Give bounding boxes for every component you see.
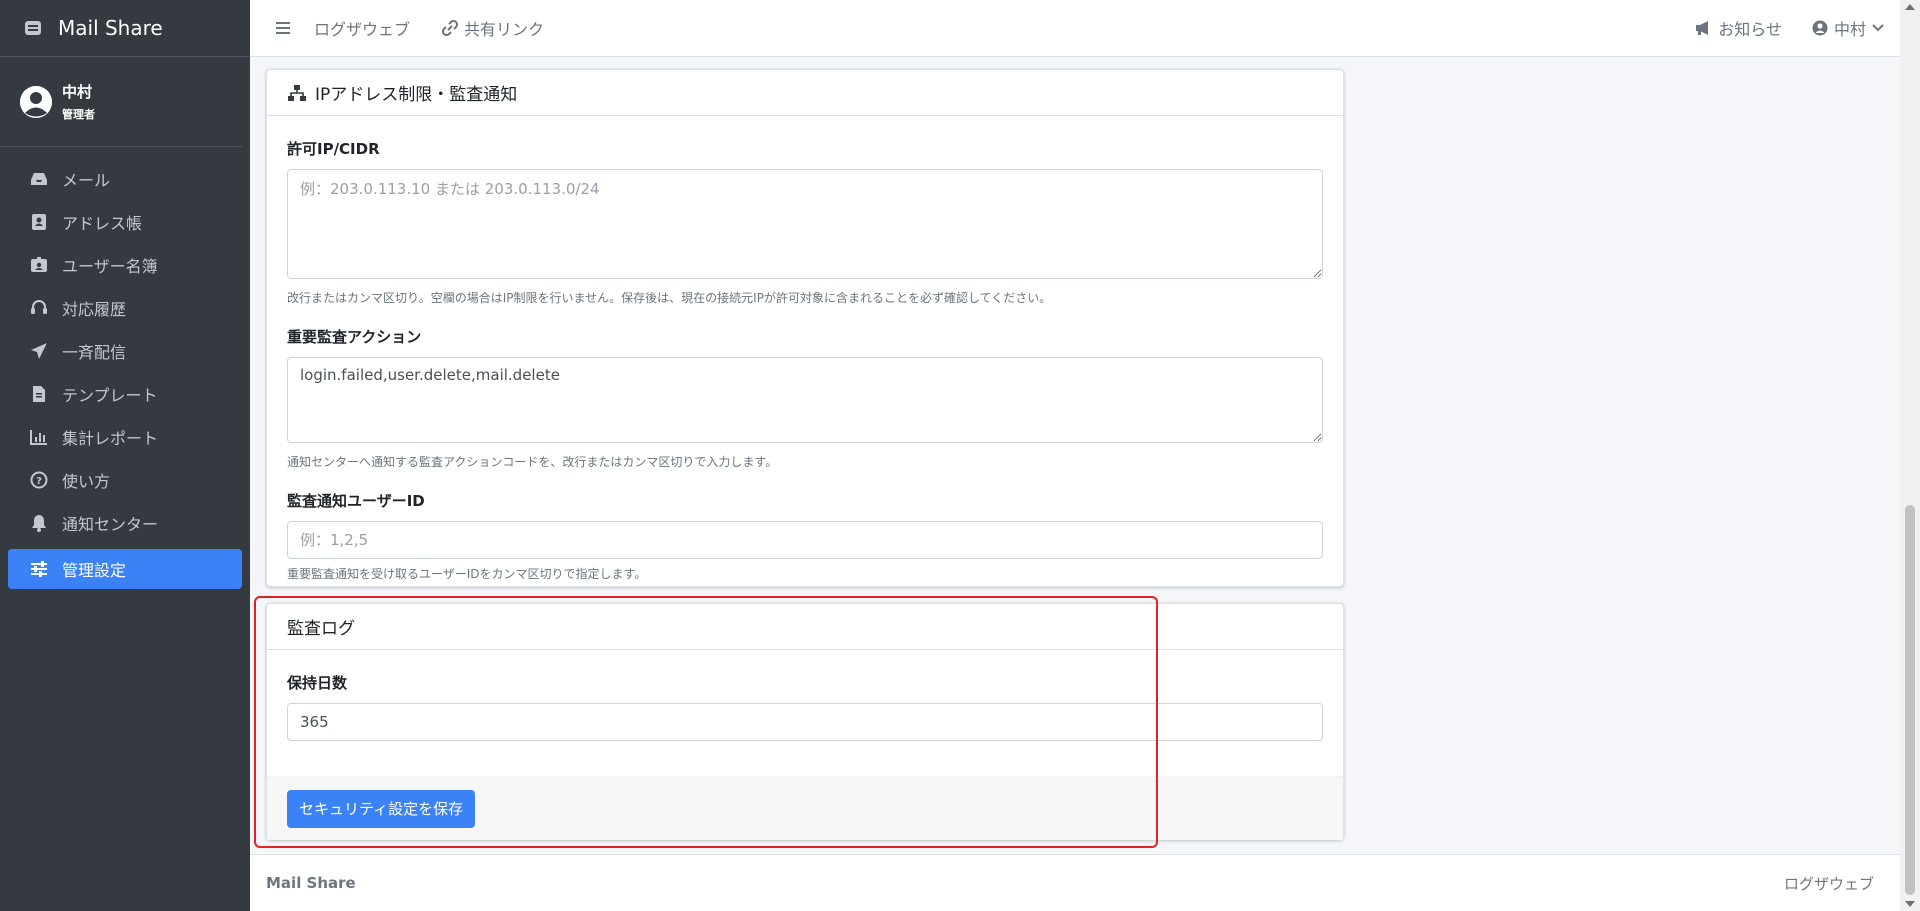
allowed-ip-help: 改行またはカンマ区切り。空欄の場合はIP制限を行いません。保存後は、現在の接続元… [287,291,1052,305]
sidebar-item-label: 集計レポート [62,429,159,448]
network-icon [287,84,307,102]
audit-card-footer: セキュリティ設定を保存 [267,776,1343,840]
brand-link[interactable]: Mail Share [0,0,250,57]
save-security-settings-button[interactable]: セキュリティ設定を保存 [287,789,476,828]
sidebar-item-label: 通知センター [62,515,159,534]
sidebar-item-howto[interactable]: ? 使い方 [8,460,242,500]
footer-right-text: ログザウェブ [1783,874,1874,893]
notice-link[interactable]: お知らせ [1694,16,1782,40]
sliders-icon [28,558,50,580]
sidebar-item-label: アドレス帳 [62,214,143,233]
sidebar-item-admin-settings[interactable]: 管理設定 [8,549,242,589]
id-badge-icon [28,254,50,276]
sidebar-item-user-directory[interactable]: ユーザー名簿 [8,245,242,285]
sidebar-item-label: 管理設定 [62,561,127,580]
allowed-ip-textarea[interactable] [287,169,1323,279]
sidebar-item-label: 対応履歴 [62,300,127,319]
ip-card-title: IPアドレス制限・監査通知 [315,85,518,105]
allowed-ip-label: 許可IP/CIDR [287,140,380,158]
menu-toggle-icon[interactable] [272,21,296,35]
user-circle-icon [1812,20,1828,36]
retention-days-input[interactable] [287,703,1323,741]
sidebar-item-templates[interactable]: テンプレート [8,374,242,414]
chevron-down-icon [1872,24,1884,32]
bell-icon [28,512,50,534]
sidebar-item-history[interactable]: 対応履歴 [8,288,242,328]
retention-label: 保持日数 [287,674,348,692]
address-book-icon [28,211,50,233]
question-icon: ? [28,469,50,491]
ip-card-body: 許可IP/CIDR 改行またはカンマ区切り。空欄の場合はIP制限を行いません。保… [267,116,1343,582]
shared-link-label: 共有リンク [464,20,545,39]
main-content: IPアドレス制限・監査通知 許可IP/CIDR 改行またはカンマ区切り。空欄の場… [250,57,1920,854]
notice-label: お知らせ [1718,20,1782,39]
inbox-icon [28,168,50,190]
sidebar-item-reports[interactable]: 集計レポート [8,417,242,457]
sidebar: Mail Share 中村 管理者 メール アドレス帳 ユーザー名簿 対応履歴 [0,0,250,911]
sidebar-item-label: 一斉配信 [62,343,127,362]
page-scrollbar[interactable] [1900,0,1920,911]
user-avatar-icon [20,85,52,118]
sidebar-item-label: ユーザー名簿 [62,257,158,276]
user-panel[interactable]: 中村 管理者 [0,57,242,147]
link-icon [442,20,459,36]
scroll-down-icon[interactable] [1905,901,1915,907]
brand-name: Mail Share [58,16,163,40]
sidebar-item-mail[interactable]: メール [8,159,242,199]
svg-text:?: ? [36,476,42,487]
audit-actions-help: 通知センターへ通知する監査アクションコードを、改行またはカンマ区切りで入力します… [287,455,778,469]
ip-restriction-card: IPアドレス制限・監査通知 許可IP/CIDR 改行またはカンマ区切り。空欄の場… [266,69,1344,587]
user-name: 中村 [62,83,93,101]
sidebar-item-address-book[interactable]: アドレス帳 [8,202,242,242]
notify-users-help: 重要監査通知を受け取るユーザーIDをカンマ区切りで指定します。 [287,567,647,581]
notify-users-input[interactable] [287,521,1323,559]
chart-icon [28,426,50,448]
scrollbar-thumb[interactable] [1905,505,1915,895]
logviewer-link[interactable]: ログザウェブ [314,16,410,40]
user-menu[interactable]: 中村 [1812,16,1884,40]
page-footer: Mail Share ログザウェブ [250,854,1900,911]
sidebar-item-broadcast[interactable]: 一斉配信 [8,331,242,371]
shared-link[interactable]: 共有リンク [442,16,544,40]
mail-box-icon [22,17,44,39]
scroll-up-icon[interactable] [1905,4,1915,10]
sidebar-item-label: 使い方 [62,472,111,491]
audit-card-body: 保持日数 [267,650,1343,776]
navbar-right: お知らせ 中村 [1694,16,1884,40]
audit-card-header: 監査ログ [267,604,1343,650]
audit-actions-textarea[interactable]: login.failed,user.delete,mail.delete [287,357,1323,443]
notify-users-label: 監査通知ユーザーID [287,492,425,510]
ip-card-header: IPアドレス制限・監査通知 [267,70,1343,116]
paper-plane-icon [28,340,50,362]
audit-actions-label: 重要監査アクション [287,328,422,346]
top-navbar: ログザウェブ 共有リンク お知らせ 中村 [250,0,1920,57]
user-menu-label: 中村 [1833,20,1866,39]
sidebar-nav: メール アドレス帳 ユーザー名簿 対応履歴 一斉配信 テンプレート 集計レポート… [0,147,250,589]
file-icon [28,383,50,405]
audit-card-title: 監査ログ [287,619,355,639]
megaphone-icon [1694,20,1712,36]
user-role: 管理者 [62,108,95,121]
audit-log-card: 監査ログ 保持日数 セキュリティ設定を保存 [266,603,1344,840]
footer-brand: Mail Share [266,874,356,892]
sidebar-item-label: メール [62,171,111,190]
headset-icon [28,297,50,319]
sidebar-item-label: テンプレート [62,386,158,405]
sidebar-item-notifications[interactable]: 通知センター [8,503,242,543]
